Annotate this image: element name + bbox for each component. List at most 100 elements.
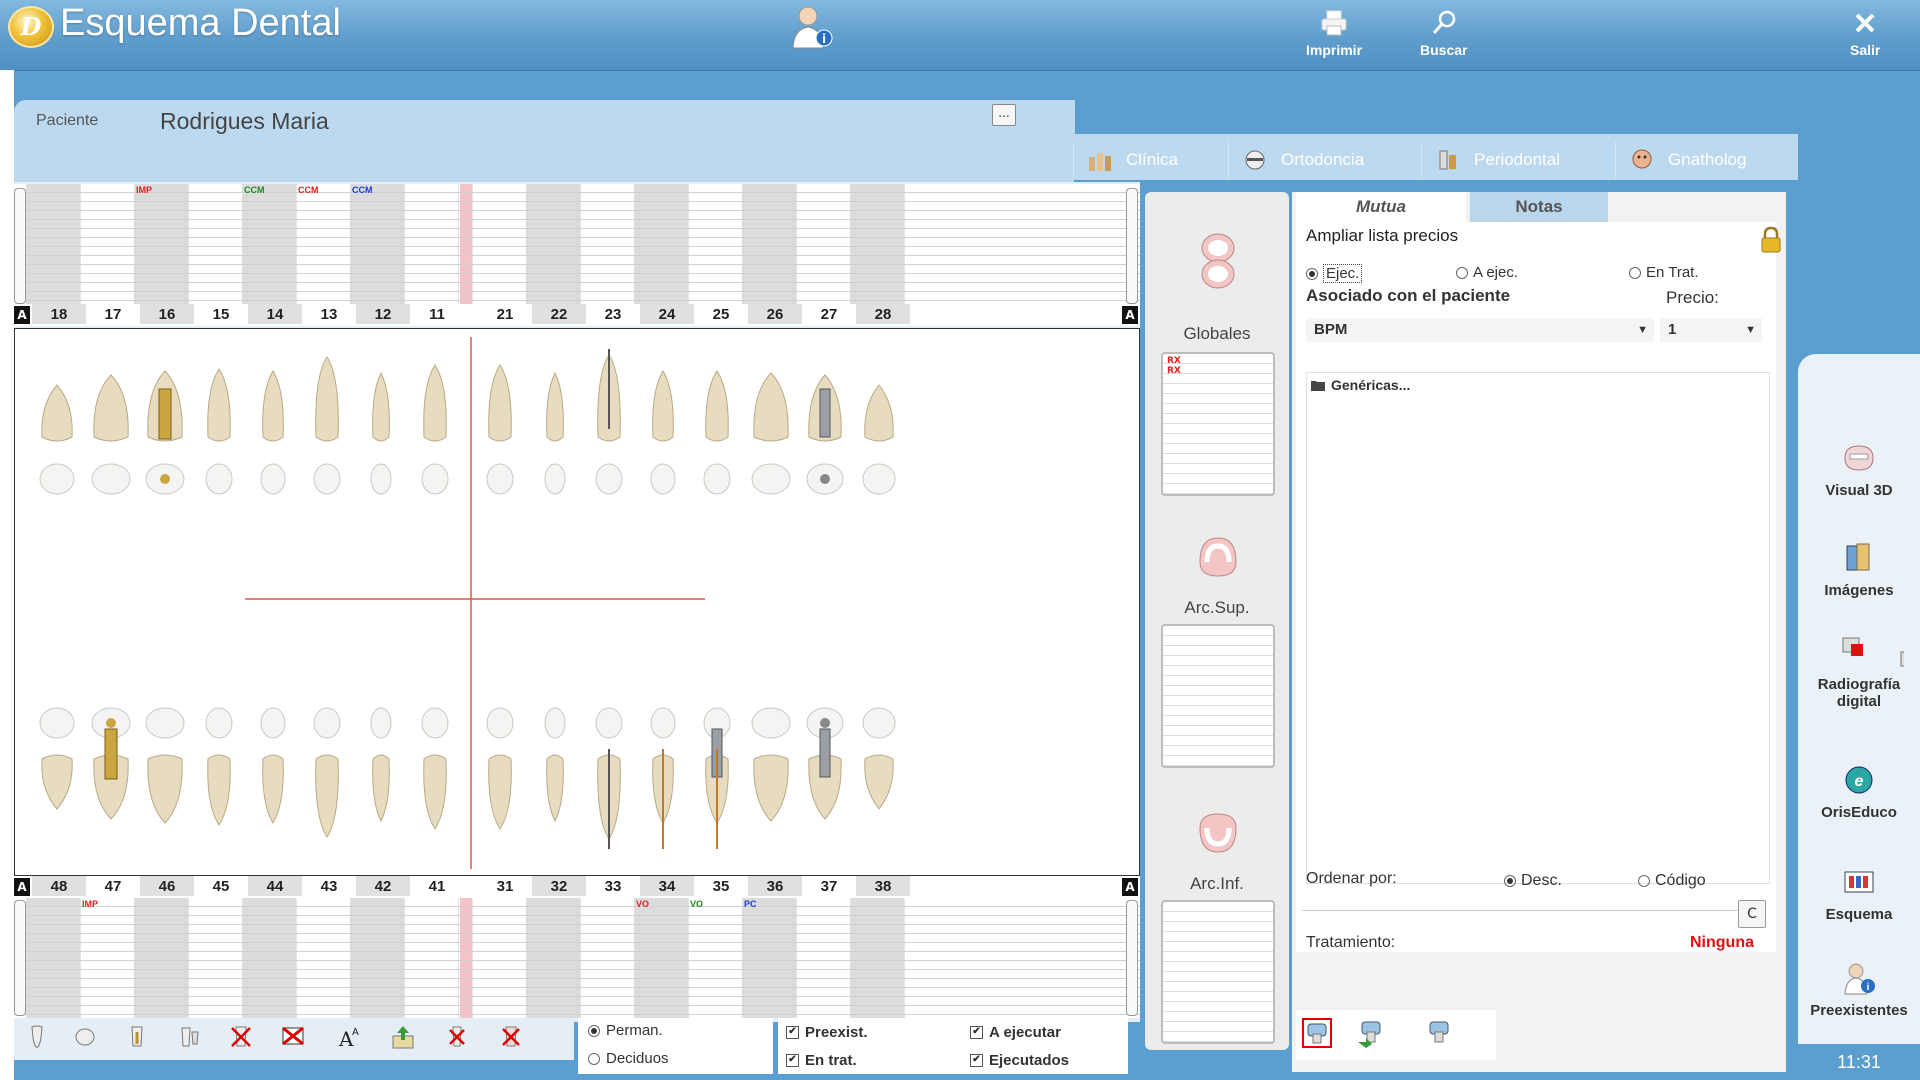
sidebar-item-preexistentes[interactable]: i Preexistentes (1798, 960, 1920, 1019)
upper-tooth[interactable] (260, 370, 286, 495)
tooth-number[interactable]: 15 (194, 306, 248, 323)
tooth-number[interactable]: 48 (32, 876, 86, 896)
treatment-mark[interactable]: CCM (352, 185, 373, 195)
upper-tooth[interactable] (862, 384, 896, 495)
upper-tooth[interactable] (370, 371, 392, 495)
upper-tooth[interactable] (313, 356, 341, 495)
upper-arch-icon[interactable] (1195, 532, 1241, 582)
tab-periodontal[interactable]: Periodontal (1421, 142, 1612, 178)
lower-tooth[interactable] (751, 707, 791, 822)
tooth-number[interactable]: 41 (410, 878, 464, 895)
upper-tooth[interactable] (751, 372, 791, 495)
lower-grid-scrollbar[interactable] (1126, 900, 1138, 1016)
executed-checkbox[interactable]: ✔ Ejecutados (970, 1052, 1069, 1069)
tooth-number[interactable]: 35 (694, 878, 748, 895)
lower-arch-marker-left[interactable]: A (14, 878, 30, 896)
tooth-root-icon[interactable] (24, 1024, 50, 1050)
deciduous-radio[interactable]: Deciduos (588, 1050, 669, 1067)
remove-all-icon[interactable] (498, 1024, 524, 1050)
to-execute-checkbox[interactable]: ✔ A ejecutar (970, 1024, 1061, 1041)
upper-arch-marker-right[interactable]: A (1122, 306, 1138, 324)
tab-ortodoncia[interactable]: Ortodoncia (1228, 142, 1426, 178)
treatment-mark[interactable]: CCM (244, 185, 265, 195)
treatment-mark[interactable]: IMP (136, 185, 152, 195)
lower-arch-list[interactable] (1161, 900, 1275, 1044)
tooth-number[interactable]: 17 (86, 306, 140, 323)
tooth-number[interactable]: 45 (194, 878, 248, 895)
tooth-number[interactable]: 22 (532, 304, 586, 324)
in-treatment-checkbox[interactable]: ✔ En trat. (786, 1052, 857, 1069)
upper-treatment-grid[interactable]: IMP CCM CCM CCM (14, 184, 1140, 306)
lower-tooth[interactable] (862, 707, 896, 810)
lower-arch-icon[interactable] (1195, 808, 1241, 858)
treatment-mark[interactable]: VO (690, 899, 703, 909)
tooth-number[interactable]: 42 (356, 876, 410, 896)
tooth-number[interactable]: 37 (802, 878, 856, 895)
order-code-radio[interactable]: Código (1638, 872, 1706, 890)
treatment-mark[interactable]: CCM (298, 185, 319, 195)
lower-tooth[interactable] (421, 707, 449, 830)
global-list[interactable]: RX RX (1161, 352, 1275, 496)
upper-tooth[interactable] (39, 384, 75, 495)
tooth-number[interactable]: 47 (86, 878, 140, 895)
sidebar-item-oriseduco[interactable]: e OrisEduco (1798, 762, 1920, 821)
insurer-select[interactable]: BPM ▼ (1306, 318, 1654, 342)
tooth-number[interactable]: 26 (748, 304, 802, 324)
global-teeth-icon[interactable] (1195, 230, 1241, 292)
tooth-number[interactable]: 28 (856, 304, 910, 324)
upper-arch-list[interactable] (1161, 624, 1275, 768)
tooth-number[interactable]: 11 (410, 306, 464, 323)
lower-tooth[interactable] (145, 707, 185, 824)
lower-tooth[interactable] (313, 707, 341, 838)
lower-tooth[interactable] (260, 707, 286, 824)
left-grid-scrollbar-lower[interactable] (14, 900, 26, 1016)
price-select[interactable]: 1 ▼ (1660, 318, 1762, 342)
treatment-mark[interactable]: PC (744, 899, 757, 909)
order-desc-radio[interactable]: Desc. (1504, 872, 1562, 890)
tooth-number[interactable]: 12 (356, 304, 410, 324)
treatment-mark[interactable]: IMP (82, 899, 98, 909)
tab-gnatholog[interactable]: Gnatholog (1615, 142, 1798, 178)
tooth-number[interactable]: 44 (248, 876, 302, 896)
tooth-transfer-icon[interactable] (1356, 1018, 1386, 1048)
tooth-crown-icon[interactable] (72, 1024, 98, 1050)
tooth-number[interactable]: 14 (248, 304, 302, 324)
tab-clinica[interactable]: Clínica (1073, 142, 1228, 178)
user-info-icon[interactable]: i (786, 4, 836, 50)
tooth-bridge-icon[interactable] (176, 1024, 202, 1050)
radio-ejec[interactable]: Ejec. (1306, 264, 1363, 283)
clear-button[interactable]: C (1738, 900, 1766, 928)
exit-button[interactable]: Salir (1850, 8, 1880, 58)
tooth-number[interactable]: 13 (302, 306, 356, 323)
tooth-number[interactable]: 27 (802, 306, 856, 323)
tooth-number[interactable]: 32 (532, 876, 586, 896)
sidebar-item-radiografia[interactable]: Radiografía digital (1798, 634, 1920, 710)
teeth-diagram[interactable] (14, 328, 1140, 876)
radio-en-trat[interactable]: En Trat. (1629, 264, 1699, 281)
tooth-number[interactable]: 43 (302, 878, 356, 895)
tooth-number[interactable]: 21 (478, 306, 532, 323)
upper-arch-marker-left[interactable]: A (14, 306, 30, 324)
lower-treatment-grid[interactable]: IMP VO VO PC (14, 898, 1140, 1018)
upper-tooth[interactable] (486, 364, 514, 495)
tooth-implant-icon[interactable] (124, 1024, 150, 1050)
lower-tooth[interactable] (370, 707, 392, 823)
lower-tooth[interactable] (486, 707, 514, 830)
upper-grid-scrollbar[interactable] (1126, 188, 1138, 304)
tooth-number[interactable]: 46 (140, 876, 194, 896)
tree-item-genericas[interactable]: Genéricas... (1311, 377, 1410, 393)
lower-tooth[interactable] (205, 707, 233, 826)
treatment-mark[interactable]: VO (636, 899, 649, 909)
tooth-number[interactable]: 31 (478, 878, 532, 895)
sidebar-item-visual-3d[interactable]: Visual 3D (1798, 440, 1920, 499)
upper-tooth[interactable] (91, 374, 131, 495)
tooth-number[interactable]: 36 (748, 876, 802, 896)
global-item[interactable]: RX (1167, 356, 1181, 366)
preexist-checkbox[interactable]: ✔ Preexist. (786, 1024, 868, 1041)
tooth-delete-icon[interactable] (228, 1024, 254, 1050)
search-button[interactable]: Buscar (1420, 8, 1467, 58)
price-list-tree[interactable]: Genéricas... (1306, 372, 1770, 884)
upper-tooth[interactable] (650, 370, 676, 495)
tooth-number[interactable]: 34 (640, 876, 694, 896)
tab-mutua[interactable]: Mutua (1296, 192, 1466, 222)
